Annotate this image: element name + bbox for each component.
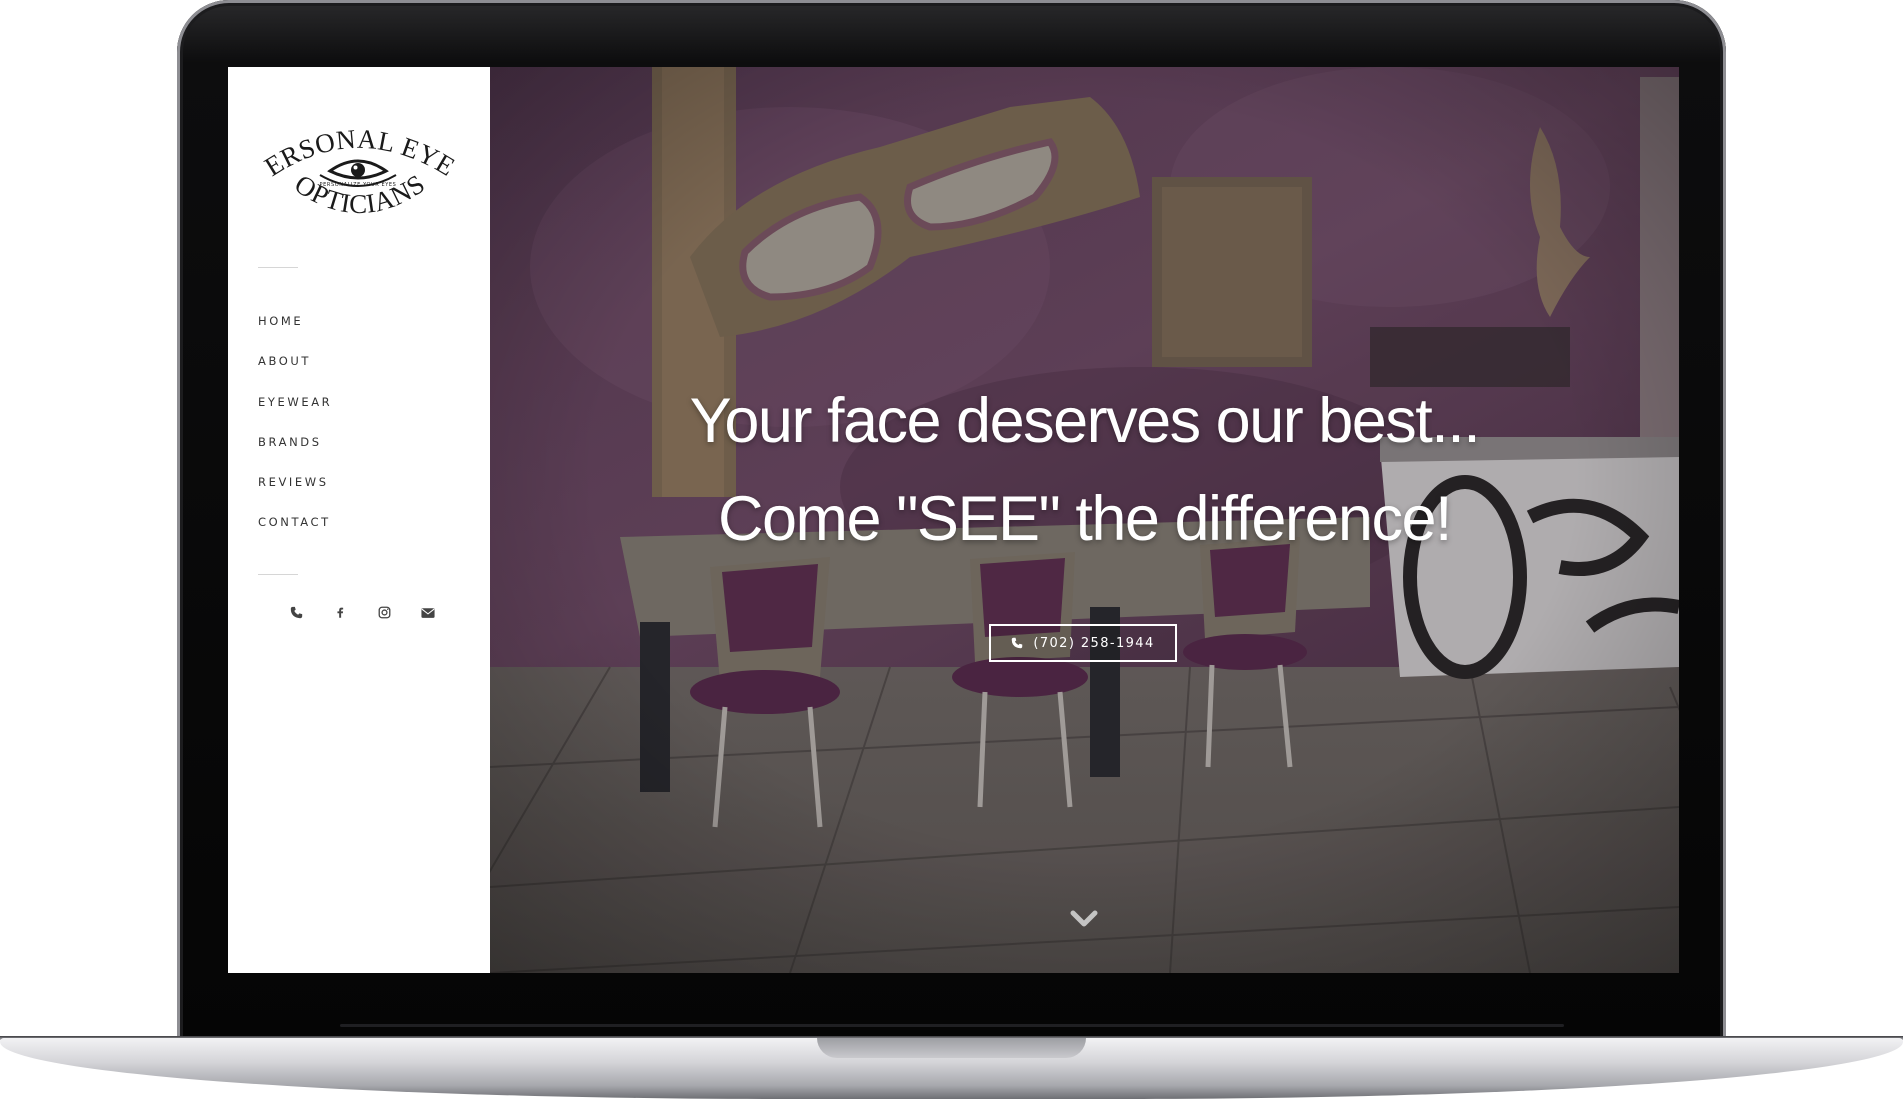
laptop-screen: PERSONAL EYES OPTICIANS PERSONALIZE YOUR… xyxy=(228,67,1679,973)
call-phone-label: (702) 258-1944 xyxy=(1033,635,1155,651)
nav-divider-top xyxy=(258,267,298,268)
nav-item-home[interactable]: HOME xyxy=(258,313,332,353)
logo-tagline: PERSONALIZE YOUR EYES xyxy=(320,182,397,188)
nav-item-contact[interactable]: CONTACT xyxy=(258,514,332,554)
hero-section: Your face deserves our best... Come "SEE… xyxy=(490,67,1679,973)
nav-item-reviews[interactable]: REVIEWS xyxy=(258,474,332,514)
social-links xyxy=(274,602,450,622)
nav-item-brands[interactable]: BRANDS xyxy=(258,434,332,474)
phone-icon xyxy=(1012,637,1023,649)
facebook-icon[interactable] xyxy=(318,602,362,622)
site-logo[interactable]: PERSONAL EYES OPTICIANS PERSONALIZE YOUR… xyxy=(258,125,458,225)
sidebar: PERSONAL EYES OPTICIANS PERSONALIZE YOUR… xyxy=(228,67,490,973)
nav-divider-bottom xyxy=(258,574,298,575)
chevron-down-icon[interactable] xyxy=(1070,909,1098,929)
hero-headline-line-2: Come "SEE" the difference! xyxy=(718,484,1452,554)
phone-icon[interactable] xyxy=(274,602,318,622)
instagram-icon[interactable] xyxy=(362,602,406,622)
laptop-notch xyxy=(817,1038,1086,1058)
hero-headline-line-1: Your face deserves our best... xyxy=(689,386,1481,456)
call-phone-button[interactable]: (702) 258-1944 xyxy=(989,624,1177,662)
nav-item-eyewear[interactable]: EYEWEAR xyxy=(258,394,332,434)
bezel-line xyxy=(340,1024,1564,1027)
main-nav: HOME ABOUT EYEWEAR BRANDS REVIEWS CONTAC… xyxy=(258,313,332,555)
nav-item-about[interactable]: ABOUT xyxy=(258,353,332,393)
envelope-icon[interactable] xyxy=(406,602,450,622)
